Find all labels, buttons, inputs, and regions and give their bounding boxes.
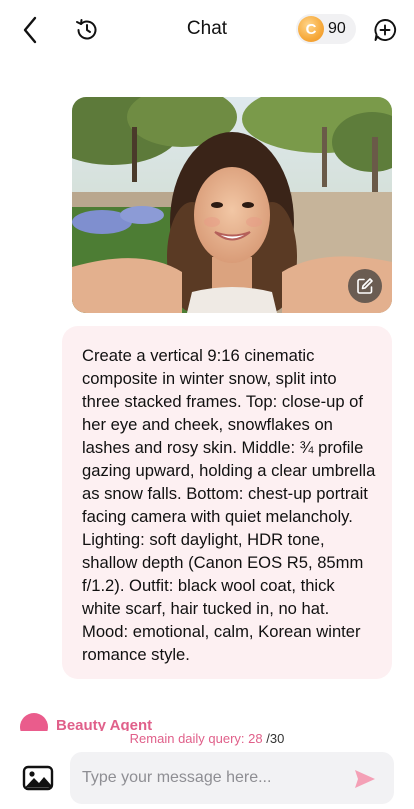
coin-count: 90 [328, 20, 346, 37]
daily-quota: Remain daily query: 28 /30 [0, 731, 414, 746]
coin-icon: C [298, 16, 324, 42]
quota-total: /30 [266, 731, 285, 746]
quota-label: Remain daily query: [129, 731, 245, 746]
send-button[interactable] [352, 766, 378, 792]
send-icon [355, 770, 375, 788]
agent-name: Beauty Agent [56, 717, 153, 731]
coin-balance[interactable]: C 90 [296, 14, 356, 44]
prompt-message-bubble: Create a vertical 9:16 cinematic composi… [62, 326, 392, 679]
edit-prompt-button[interactable] [348, 269, 382, 303]
plus-circle-icon [374, 19, 397, 41]
quota-remaining: 28 [248, 731, 263, 746]
message-input[interactable] [82, 752, 332, 804]
agent-avatar [20, 713, 48, 731]
message-composer [70, 752, 394, 804]
selfie-photo [72, 97, 392, 313]
image-upload-button[interactable] [21, 763, 55, 793]
new-chat-button[interactable] [370, 15, 400, 45]
photo-message[interactable] [72, 97, 392, 313]
chat-header: Chat C 90 [0, 0, 414, 60]
agent-row: Beauty Agent [20, 711, 220, 731]
image-icon [22, 765, 54, 791]
edit-icon [357, 278, 373, 294]
